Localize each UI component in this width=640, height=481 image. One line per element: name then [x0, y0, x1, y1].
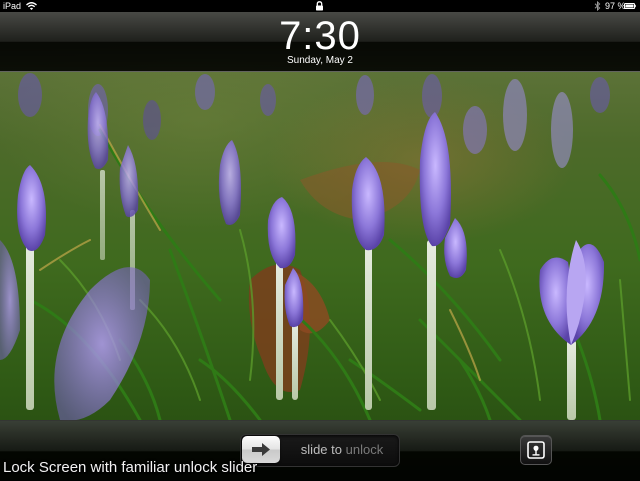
- carrier-label: iPad: [3, 1, 22, 11]
- clock-panel: 7:30 Sunday, May 2: [0, 12, 640, 72]
- slide-label-slide: slide: [300, 442, 332, 457]
- clock-date: Sunday, May 2: [287, 55, 353, 66]
- slide-to-unlock-label: slide to unlock: [290, 434, 394, 465]
- screenshot-caption: Lock Screen with familiar unlock slider: [3, 459, 258, 476]
- clock-time: 7:30: [279, 14, 361, 58]
- picture-frame-icon: [527, 441, 545, 459]
- picture-frame-button[interactable]: [520, 435, 552, 465]
- battery-percent: 97 %: [605, 1, 626, 11]
- slide-label-to: to: [331, 442, 342, 457]
- wifi-icon: [26, 2, 37, 10]
- battery-icon: [624, 3, 636, 9]
- arrow-right-icon: [252, 443, 270, 456]
- wallpaper-illustration: [0, 73, 640, 422]
- slide-label-unlock: unlock: [342, 442, 384, 457]
- lock-icon: [316, 1, 323, 11]
- status-bar: iPad 97 %: [0, 0, 640, 12]
- bluetooth-icon: [594, 1, 601, 11]
- wallpaper-crocus-photo: [0, 0, 640, 480]
